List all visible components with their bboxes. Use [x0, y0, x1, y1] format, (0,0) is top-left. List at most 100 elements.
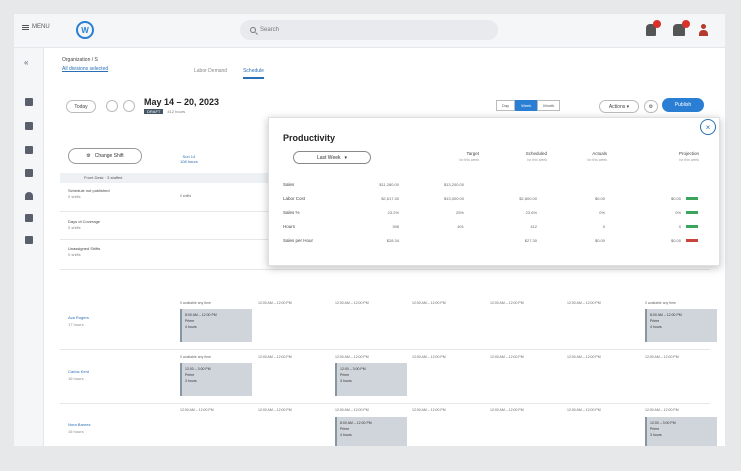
shift-block[interactable]: 8:00 AM – 12:00 PM Prime 4 hours [335, 417, 407, 446]
view-month[interactable]: Month [537, 100, 561, 111]
slot-text: 12:00 AM – 12:00 PM [412, 301, 446, 305]
actions-dropdown[interactable]: Actions ▾ [599, 100, 639, 113]
search-icon [250, 27, 256, 33]
metric-actuals: 0% [599, 210, 605, 215]
employee-row-label[interactable]: Nora Barnes 16 hours [68, 421, 90, 435]
prev-week-button[interactable] [106, 100, 118, 112]
filter-icon: ⚙ [86, 153, 91, 159]
column-header: Target for this week [459, 151, 479, 162]
employee-name[interactable]: Nora Barnes [68, 421, 90, 428]
slot-text: 12:00 AM – 12:00 PM [412, 408, 446, 412]
close-icon: × [705, 122, 711, 132]
shift-block[interactable]: 8:00 AM – 12:00 PM Prime 4 hours [645, 309, 717, 342]
collapse-arrow-icon[interactable]: « [24, 58, 28, 67]
next-week-button[interactable] [123, 100, 135, 112]
tab-bar: Labor Demand Schedule [194, 68, 264, 79]
metric-actuals: 0 [602, 224, 605, 229]
slot-text: 0 available any time [645, 301, 676, 305]
slot-text: 12:00 AM – 12:00 PM [335, 408, 369, 412]
open-shifts-filter[interactable]: 0 shifts [180, 194, 191, 198]
sidebar-lock-icon[interactable] [25, 236, 33, 244]
column-header: Scheduled for this week [525, 151, 547, 162]
column-header: Actuals for this week [587, 151, 607, 162]
publish-button[interactable]: Publish [662, 98, 704, 112]
metric-last: 398 [392, 224, 399, 229]
user-avatar-icon[interactable] [698, 24, 708, 36]
projection-bar-green [686, 211, 698, 214]
chevron-down-icon: ▾ [344, 154, 348, 161]
close-popup-button[interactable]: × [700, 119, 716, 135]
sidebar-calendar-icon[interactable] [25, 169, 33, 177]
slot-text: 12:00 AM – 12:00 PM [180, 408, 214, 412]
period-dropdown[interactable]: Last Week ▾ [293, 151, 371, 164]
metric-actuals: $0.00 [594, 196, 605, 201]
metric-label: Sales % [283, 210, 300, 215]
employee-hours: 16 hours [68, 429, 84, 434]
notification-badge [653, 20, 661, 28]
metric-label: Sales [283, 182, 295, 187]
date-range[interactable]: May 14 – 20, 2023 [144, 97, 219, 107]
menu-button[interactable]: MENU [22, 24, 50, 30]
metric-label: Sales per Hour [283, 238, 314, 243]
notification-bell-icon[interactable] [646, 20, 661, 36]
app-logo[interactable]: W [76, 21, 94, 39]
sidebar-dashboard-icon[interactable] [25, 98, 33, 106]
metric-last: $2,617.30 [381, 196, 399, 201]
metric-target: 401 [457, 224, 464, 229]
org-filter[interactable]: All divisions selected [62, 65, 108, 74]
metric-last: $11,280.00 [379, 182, 399, 187]
slot-text: 12:00 AM – 12:00 PM [335, 301, 369, 305]
employee-row-label[interactable]: Ava Rogers 17 hours [68, 314, 89, 328]
sidebar-timesheet-icon[interactable] [25, 146, 33, 154]
date-toolbar: Today May 14 – 20, 2023 DRAFT 412 hours … [66, 97, 716, 117]
popup-title: Productivity [283, 133, 336, 143]
change-shift-button[interactable]: ⚙ Change Shift [68, 148, 142, 164]
day-header[interactable]: Sun 14 108 hours [180, 154, 198, 164]
total-hours: 412 hours [167, 109, 186, 114]
slot-text: 12:00 AM – 12:00 PM [258, 408, 292, 412]
sidebar-reports-icon[interactable] [25, 214, 33, 222]
employee-name[interactable]: Carlos Kent [68, 368, 89, 375]
metric-scheduled: $27.30 [524, 238, 537, 243]
shift-block[interactable]: 12:00 – 3:00 PM Prime 3 hours [180, 363, 252, 396]
messages-icon[interactable] [673, 20, 690, 36]
employee-hours: 17 hours [68, 322, 84, 327]
org-name: Organization / S [62, 57, 98, 63]
top-bar: MENU W Search [14, 14, 725, 48]
shift-block[interactable]: 12:00 – 3:00 PM Prime 3 hours [335, 363, 407, 396]
view-day[interactable]: Day [496, 100, 516, 111]
slot-text: 12:00 AM – 12:00 PM [258, 301, 292, 305]
view-switcher: Day Week Month [496, 100, 561, 111]
metric-target: $13,000.00 [443, 196, 464, 201]
employee-name[interactable]: Ava Rogers [68, 314, 89, 321]
metric-target: $13,200.00 [443, 182, 464, 187]
tab-labor-demand[interactable]: Labor Demand [194, 68, 227, 79]
settings-button[interactable]: ⚙ [644, 100, 658, 113]
menu-label: MENU [32, 24, 50, 30]
search-placeholder: Search [260, 27, 280, 33]
metric-scheduled: $2,800.00 [519, 196, 537, 201]
tab-schedule[interactable]: Schedule [243, 68, 264, 79]
metric-target: 25% [455, 210, 464, 215]
view-week[interactable]: Week [515, 100, 538, 111]
metric-last: $28.34 [386, 238, 399, 243]
shift-block[interactable]: 12:00 – 3:00 PM Prime 3 hours [645, 417, 717, 446]
employee-row-label[interactable]: Carlos Kent 16 hours [68, 368, 89, 382]
today-button[interactable]: Today [66, 100, 96, 113]
metric-projection: $0.00 [670, 196, 681, 201]
slot-text: 12:00 AM – 12:00 PM [567, 355, 601, 359]
messages-badge [682, 20, 690, 28]
org-selector[interactable]: Organization / S All divisions selected [62, 56, 108, 74]
search-input[interactable]: Search [240, 20, 498, 40]
shift-block[interactable]: 8:00 AM – 12:00 PM Prime 4 hours [180, 309, 252, 342]
slot-text: 12:00 AM – 12:00 PM [567, 408, 601, 412]
draft-tag: DRAFT [144, 109, 164, 114]
slot-text: 12:00 AM – 12:00 PM [490, 408, 524, 412]
row-label: Unassigned Shifts 0 shifts [68, 246, 101, 257]
column-header: Projection for this week [678, 151, 699, 162]
sidebar-people-icon[interactable] [25, 192, 33, 200]
sidebar: « [14, 48, 44, 446]
projection-bar-green [686, 197, 698, 200]
slot-text: 0 available any time [180, 301, 211, 305]
sidebar-schedule-icon[interactable] [25, 122, 33, 130]
